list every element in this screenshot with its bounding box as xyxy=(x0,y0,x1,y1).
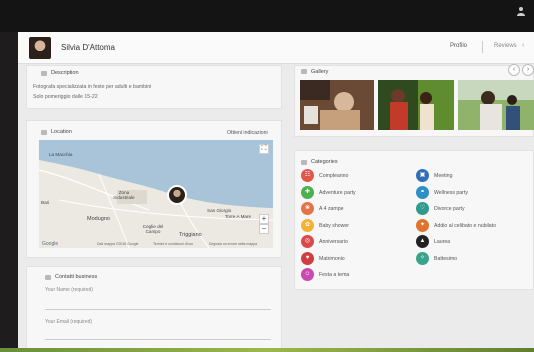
description-card: Description Fotografa specializzata in f… xyxy=(26,65,282,109)
briefcase-icon: ▣ xyxy=(416,169,429,182)
tab-reviews[interactable]: Reviews xyxy=(494,43,517,49)
glasses-icon: ⚭ xyxy=(416,185,429,199)
graduation-cap-icon: ▲ xyxy=(416,235,429,248)
description-line: Fotografa specializzata in feste per adu… xyxy=(33,84,152,90)
categories-icon xyxy=(301,160,307,165)
gallery-photo-2[interactable] xyxy=(378,80,454,130)
map-label: La Macchia xyxy=(49,152,73,157)
category-label: Adventure party xyxy=(319,189,356,196)
location-title: Location xyxy=(51,129,72,135)
top-bar xyxy=(0,0,534,32)
map-pin-avatar[interactable] xyxy=(167,185,187,205)
map-label: Modugno xyxy=(87,216,110,222)
map-label: Bari xyxy=(41,200,50,205)
cake-icon: ☷ xyxy=(301,169,314,182)
gallery-photo-3[interactable] xyxy=(458,80,534,130)
zoom-out-button[interactable]: − xyxy=(259,224,269,234)
user-icon[interactable] xyxy=(516,6,526,16)
fullscreen-icon[interactable]: ⛶ xyxy=(259,144,269,154)
gallery-photo-1[interactable] xyxy=(300,80,374,130)
dove-icon: ✧ xyxy=(416,251,429,265)
chevron-left-icon[interactable]: ‹ xyxy=(522,42,524,49)
description-icon xyxy=(41,71,47,76)
categories-card: Categories xyxy=(294,150,534,290)
category-label: Addio al celibato e nubilato xyxy=(434,222,497,229)
contact-card: Contatti business Your Name (required) Y… xyxy=(26,266,282,350)
category-label: Matrimonio xyxy=(319,255,345,262)
profile-header: Silvia D'Attoma Profilo Reviews ‹ xyxy=(18,32,534,64)
map-label: Triggiano xyxy=(179,232,202,238)
email-field[interactable] xyxy=(45,339,271,340)
gallery-prev-button[interactable]: ‹ xyxy=(508,64,520,76)
category-label: Festa a tema xyxy=(319,272,350,278)
map-footer-terms[interactable]: Termini e condizioni d'uso xyxy=(153,242,193,246)
category-label: Anniversario xyxy=(319,239,348,245)
google-logo: Google xyxy=(42,241,59,247)
baby-icon: ✿ xyxy=(301,218,314,232)
mask-icon: ☺ xyxy=(301,268,314,281)
map-label: San Giorgio xyxy=(207,208,232,213)
category-label: Laurea xyxy=(434,239,451,245)
category-label: Divorce party xyxy=(434,206,465,212)
avatar xyxy=(29,37,51,59)
page-screen: Silvia D'Attoma Profilo Reviews ‹ Descri… xyxy=(18,32,534,350)
name-field[interactable] xyxy=(45,309,271,310)
profile-name: Silvia D'Attoma xyxy=(61,43,115,52)
gallery-title: Gallery xyxy=(311,69,329,75)
map-footer-report[interactable]: Segnala un errore nella mappa xyxy=(209,242,257,246)
name-field-label: Your Name (required) xyxy=(45,287,93,293)
category-label: Battesimo xyxy=(434,255,458,262)
email-field-label: Your Email (required) xyxy=(45,319,93,325)
category-label: Meeting xyxy=(434,173,453,179)
gallery-icon xyxy=(301,69,307,74)
gallery-next-button[interactable]: › xyxy=(522,64,534,76)
map-label: Ceglie del Campo xyxy=(142,224,164,234)
category-label: A 4 zampe xyxy=(319,206,344,212)
contact-icon xyxy=(45,275,51,280)
rings-icon: ◎ xyxy=(301,235,314,248)
tab-profilo[interactable]: Profilo xyxy=(450,43,467,49)
contact-title: Contatti business xyxy=(55,274,98,280)
description-title: Description xyxy=(51,70,79,76)
location-icon xyxy=(41,130,47,135)
map-view[interactable]: La Macchia Zona Industriale Bari Modugno… xyxy=(39,140,273,248)
zoom-in-button[interactable]: + xyxy=(259,214,269,224)
map-footer-data: Dati mappa ©2018 Google xyxy=(97,242,139,246)
description-line: Solo pomeriggio dalle 15-22 xyxy=(33,94,98,100)
category-label: Baby shower xyxy=(319,222,349,229)
category-label: Compleanno xyxy=(319,173,349,179)
category-label: Wellness party xyxy=(434,189,468,196)
bottom-strip xyxy=(0,348,534,352)
glasses-cheers-icon: ✦ xyxy=(416,218,429,232)
categories-title: Categories xyxy=(311,159,338,165)
directions-link[interactable]: Ottieni indicazioni xyxy=(227,130,268,136)
map-label: Torre A Mare xyxy=(225,214,252,219)
map-label: Zona Industriale xyxy=(113,190,135,200)
heart-icon: ♥ xyxy=(301,251,314,265)
paw-icon: ❀ xyxy=(301,202,314,215)
broken-heart-icon: ♡ xyxy=(416,202,429,215)
tab-divider xyxy=(482,41,483,53)
compass-icon: ✚ xyxy=(301,185,314,199)
